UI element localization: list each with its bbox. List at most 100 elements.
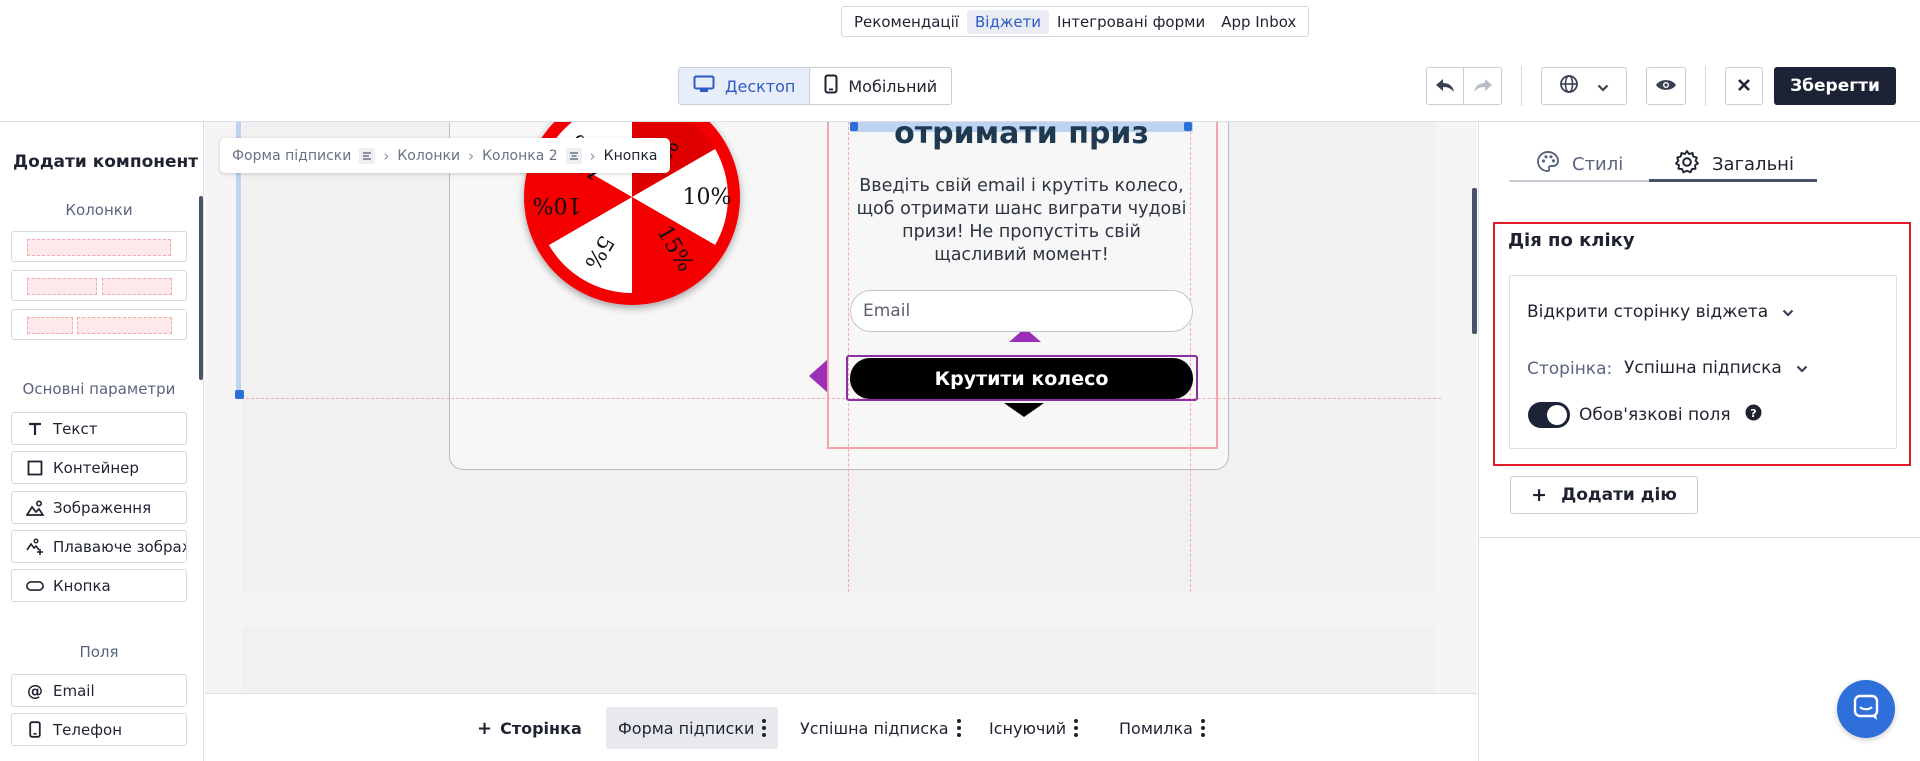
tab-app-inbox[interactable]: App Inbox [1213,10,1304,34]
required-fields-toggle[interactable] [1528,402,1570,428]
tab-widgets[interactable]: Віджети [966,9,1050,34]
canvas-scrollbar[interactable] [1472,188,1477,334]
component-label: Email [53,681,95,700]
tab-embedded-forms[interactable]: Інтегровані форми [1049,10,1213,34]
widget-title[interactable]: отримати приз [850,122,1193,151]
field-phone[interactable]: Телефон [11,713,187,746]
close-button[interactable] [1725,67,1763,105]
panel-divider [1479,537,1920,538]
properties-panel: Стилі Загальні Дія по кліку Відкрити сто… [1478,122,1920,761]
chat-icon [1852,693,1880,725]
component-label: Текст [53,419,98,438]
chevron-right-icon: › [589,146,596,165]
page-tab-subscribe[interactable]: Форма підписки [606,707,779,749]
desktop-button[interactable]: Десктоп [679,68,811,104]
redo-icon[interactable] [1464,78,1501,94]
column-placeholder [77,317,172,334]
mobile-button[interactable]: Мобільний [810,68,951,104]
spin-wheel-button[interactable]: Крутити колесо [850,358,1193,399]
phone-icon [26,721,44,738]
resize-handle[interactable] [235,390,244,399]
breadcrumb-item[interactable]: Форма підписки [232,148,351,164]
breadcrumb-item[interactable]: Колонки [397,148,460,164]
action-select-value: Відкрити сторінку віджета [1527,302,1769,322]
sidebar-title: Додати компонент [13,152,199,172]
email-input[interactable]: Email [850,290,1193,332]
more-vert-icon[interactable] [1074,719,1079,737]
page-tab-success[interactable]: Успішна підписка [788,707,973,749]
column-layout-2[interactable] [11,270,187,301]
component-image[interactable]: Зображення [11,491,187,524]
wheel-label: 10% [683,185,732,210]
add-action-button[interactable]: + Додати дію [1510,476,1698,514]
help-icon[interactable]: ? [1745,404,1762,426]
language-select[interactable] [1541,67,1627,105]
tab-general-label: Загальні [1712,153,1794,175]
add-page-button[interactable]: + Сторінка [465,707,594,749]
plus-icon: + [477,717,493,739]
save-button[interactable]: Зберегти [1774,67,1896,105]
chat-button[interactable] [1837,680,1895,738]
action-select[interactable]: Відкрити сторінку віджета [1527,302,1794,322]
page-tab-label: Форма підписки [618,718,755,738]
column-layout-3[interactable] [11,309,187,340]
close-icon [1737,77,1751,96]
page-tabs-bar: + Сторінка Форма підписки Успішна підпис… [205,693,1477,761]
align-center-icon [565,147,582,164]
column-placeholder [27,239,171,256]
phone-icon [824,74,838,98]
more-vert-icon[interactable] [762,719,767,737]
component-button[interactable]: Кнопка [11,569,187,602]
page-tab-label: Успішна підписка [800,718,949,738]
page-tab-existing[interactable]: Існуючий [977,707,1090,749]
move-left-handle[interactable] [809,360,827,392]
page-tab-label: Помилка [1119,718,1193,738]
component-container[interactable]: Контейнер [11,451,187,484]
columns-header: Колонки [65,201,133,219]
top-nav: Рекомендації Віджети Інтегровані форми A… [841,6,1310,37]
component-sidebar: Додати компонент Колонки Основні парамет… [0,122,204,761]
add-action-label: Додати дію [1561,485,1677,505]
component-text[interactable]: Текст [11,412,187,445]
sidebar-scrollbar[interactable] [199,196,203,380]
square-icon [26,460,44,476]
active-tab-indicator [1649,179,1817,182]
tab-general[interactable]: Загальні [1674,144,1794,184]
floating-image-icon [26,538,44,556]
more-vert-icon[interactable] [956,719,961,737]
image-icon [26,499,44,516]
widget-description[interactable]: Введіть свій email і крутіть колесо, щоб… [855,175,1188,267]
monitor-icon [693,75,715,97]
component-label: Телефон [53,720,123,739]
undo-redo-group [1426,67,1502,105]
component-label: Плаваюче зображення [53,537,186,556]
undo-icon[interactable] [1427,68,1465,104]
move-down-handle[interactable] [1004,403,1044,417]
chevron-down-icon [1796,358,1808,378]
editor-canvas[interactable]: 5% 10% 15% 5% 10% 15% отримати приз Введ… [205,122,1477,693]
breadcrumb-item[interactable]: Колонка 2 [482,148,558,164]
breadcrumb: Форма підписки › Колонки › Колонка 2 › К… [220,138,670,173]
globe-icon [1559,74,1579,98]
add-page-label: Сторінка [500,718,582,738]
device-switch: Десктоп Мобільний [678,67,953,105]
column-placeholder [102,278,172,295]
component-floating-image[interactable]: Плаваюче зображення [11,530,187,563]
field-email[interactable]: @ Email [11,674,187,707]
preview-button[interactable] [1646,67,1686,105]
tab-styles[interactable]: Стилі [1536,144,1623,184]
page-tab-error[interactable]: Помилка [1107,707,1217,749]
basic-params-header: Основні параметри [22,380,176,398]
desktop-label: Десктоп [725,76,796,96]
tab-recommendations[interactable]: Рекомендації [846,10,967,34]
click-action-title: Дія по кліку [1508,230,1635,251]
toolbar-divider [1705,66,1706,106]
breadcrumb-current[interactable]: Кнопка [604,148,658,164]
at-icon: @ [27,681,43,700]
align-icon [359,147,376,164]
chevron-down-icon [1597,77,1609,96]
page-select[interactable]: Успішна підписка [1624,358,1808,378]
chevron-right-icon: › [468,146,475,165]
more-vert-icon[interactable] [1200,719,1205,737]
column-layout-1[interactable] [11,231,187,262]
